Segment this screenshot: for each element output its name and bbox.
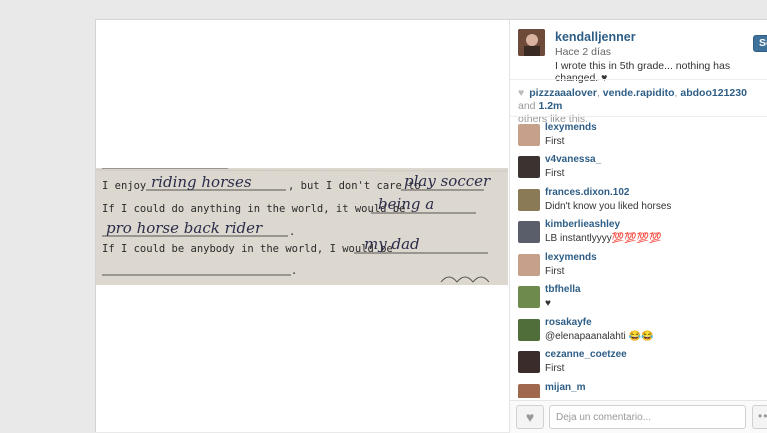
handwritten-note-image: I enjoy , but I don't care to If I could…: [96, 168, 508, 285]
comment-footer: ♥ ••: [510, 400, 767, 433]
comment-avatar[interactable]: [518, 351, 540, 373]
comment-username[interactable]: mijan_m: [545, 382, 586, 393]
note-line-3-typed: .: [289, 226, 295, 238]
comment-text: ♥: [545, 298, 551, 309]
note-line-2-handwritten: being a: [378, 195, 434, 213]
comment-avatar[interactable]: [518, 189, 540, 211]
note-line-3-handwritten: pro horse back rider: [106, 219, 263, 237]
ellipsis-icon: ••: [758, 409, 767, 423]
comment-username[interactable]: v4vanessa_: [545, 154, 601, 165]
note-line-5-typed: .: [291, 265, 297, 277]
follow-button[interactable]: Segu: [753, 35, 767, 52]
comment-avatar[interactable]: [518, 156, 540, 178]
likes-summary: ♥ pizzzaaalover, vende.rapidito, abdoo121…: [518, 87, 747, 125]
comment-avatar[interactable]: [518, 384, 540, 398]
note-line-4-handwritten: my dad: [364, 235, 420, 253]
note-line-1-typed2: , but I don't care to: [288, 180, 421, 192]
comment-username[interactable]: cezanne_coetzee: [545, 349, 627, 360]
owner-username[interactable]: kendalljenner: [555, 30, 636, 44]
post-sidebar: kendalljenner Hace 2 días I wrote this i…: [509, 20, 767, 433]
note-line-1-handwritten: riding horses: [151, 173, 252, 191]
post-modal: I enjoy , but I don't care to If I could…: [95, 19, 767, 433]
comment-username[interactable]: kimberlieashley: [545, 219, 620, 230]
avatar-image: [518, 29, 545, 56]
comment-item: lexymends First: [518, 122, 763, 152]
comment-text: LB instantlyyyy💯💯💯💯: [545, 233, 662, 244]
comment-username[interactable]: lexymends: [545, 252, 597, 263]
owner-avatar[interactable]: [518, 29, 545, 56]
note-line-2-typed: If I could do anything in the world, it …: [102, 203, 405, 215]
comment-text: @elenapaanalahti 😂😂: [545, 331, 654, 342]
comments-list[interactable]: lexymends First v4vanessa_ First frances…: [518, 122, 763, 398]
comment-item: frances.dixon.102 Didn't know you liked …: [518, 187, 763, 217]
comment-item: v4vanessa_ First: [518, 154, 763, 184]
comment-text: First: [545, 363, 565, 374]
comment-item: tbfhella ♥: [518, 284, 763, 314]
comment-avatar[interactable]: [518, 286, 540, 308]
comment-username[interactable]: rosakayfe: [545, 317, 592, 328]
note-line-4-typed: If I could be anybody in the world, I wo…: [102, 243, 393, 255]
comment-avatar[interactable]: [518, 124, 540, 146]
like-button[interactable]: ♥: [516, 405, 544, 429]
likes-and-text: and: [518, 100, 536, 112]
comment-item: mijan_m: [518, 382, 763, 398]
post-timestamp[interactable]: Hace 2 días: [555, 46, 611, 58]
comment-text: First: [545, 266, 565, 277]
comment-text: Didn't know you liked horses: [545, 201, 672, 212]
comment-avatar[interactable]: [518, 221, 540, 243]
comment-input[interactable]: [549, 405, 746, 429]
photo-area: I enjoy , but I don't care to If I could…: [96, 20, 508, 432]
comment-username[interactable]: frances.dixon.102: [545, 187, 629, 198]
post-caption: I wrote this in 5th grade... nothing has…: [555, 60, 731, 84]
comment-username[interactable]: lexymends: [545, 122, 597, 133]
comment-item: kimberlieashley LB instantlyyyy💯💯💯💯: [518, 219, 763, 249]
comment-item: cezanne_coetzee First: [518, 349, 763, 379]
like-user-2[interactable]: vende.rapidito: [603, 87, 675, 99]
comment-text: First: [545, 136, 565, 147]
comment-item: rosakayfe @elenapaanalahti 😂😂: [518, 317, 763, 347]
post-photo[interactable]: I enjoy , but I don't care to If I could…: [96, 168, 508, 285]
divider: [510, 79, 767, 80]
divider: [510, 116, 767, 117]
likes-count[interactable]: 1.2m: [538, 100, 562, 112]
like-user-3[interactable]: abdoo121230: [680, 87, 747, 99]
comment-text: First: [545, 168, 565, 179]
comment-username[interactable]: tbfhella: [545, 284, 581, 295]
comment-avatar[interactable]: [518, 319, 540, 341]
like-user-1[interactable]: pizzzaaalover: [529, 87, 597, 99]
note-line-1-typed: I enjoy: [102, 180, 146, 192]
heart-icon: ♥: [525, 409, 535, 425]
more-options-button[interactable]: ••: [752, 405, 767, 429]
note-line-1-handwritten2: play soccer: [404, 172, 491, 190]
comment-avatar[interactable]: [518, 254, 540, 276]
likes-heart-icon: ♥: [518, 87, 525, 99]
post-header: kendalljenner Hace 2 días I wrote this i…: [518, 29, 767, 84]
comment-item: lexymends First: [518, 252, 763, 282]
